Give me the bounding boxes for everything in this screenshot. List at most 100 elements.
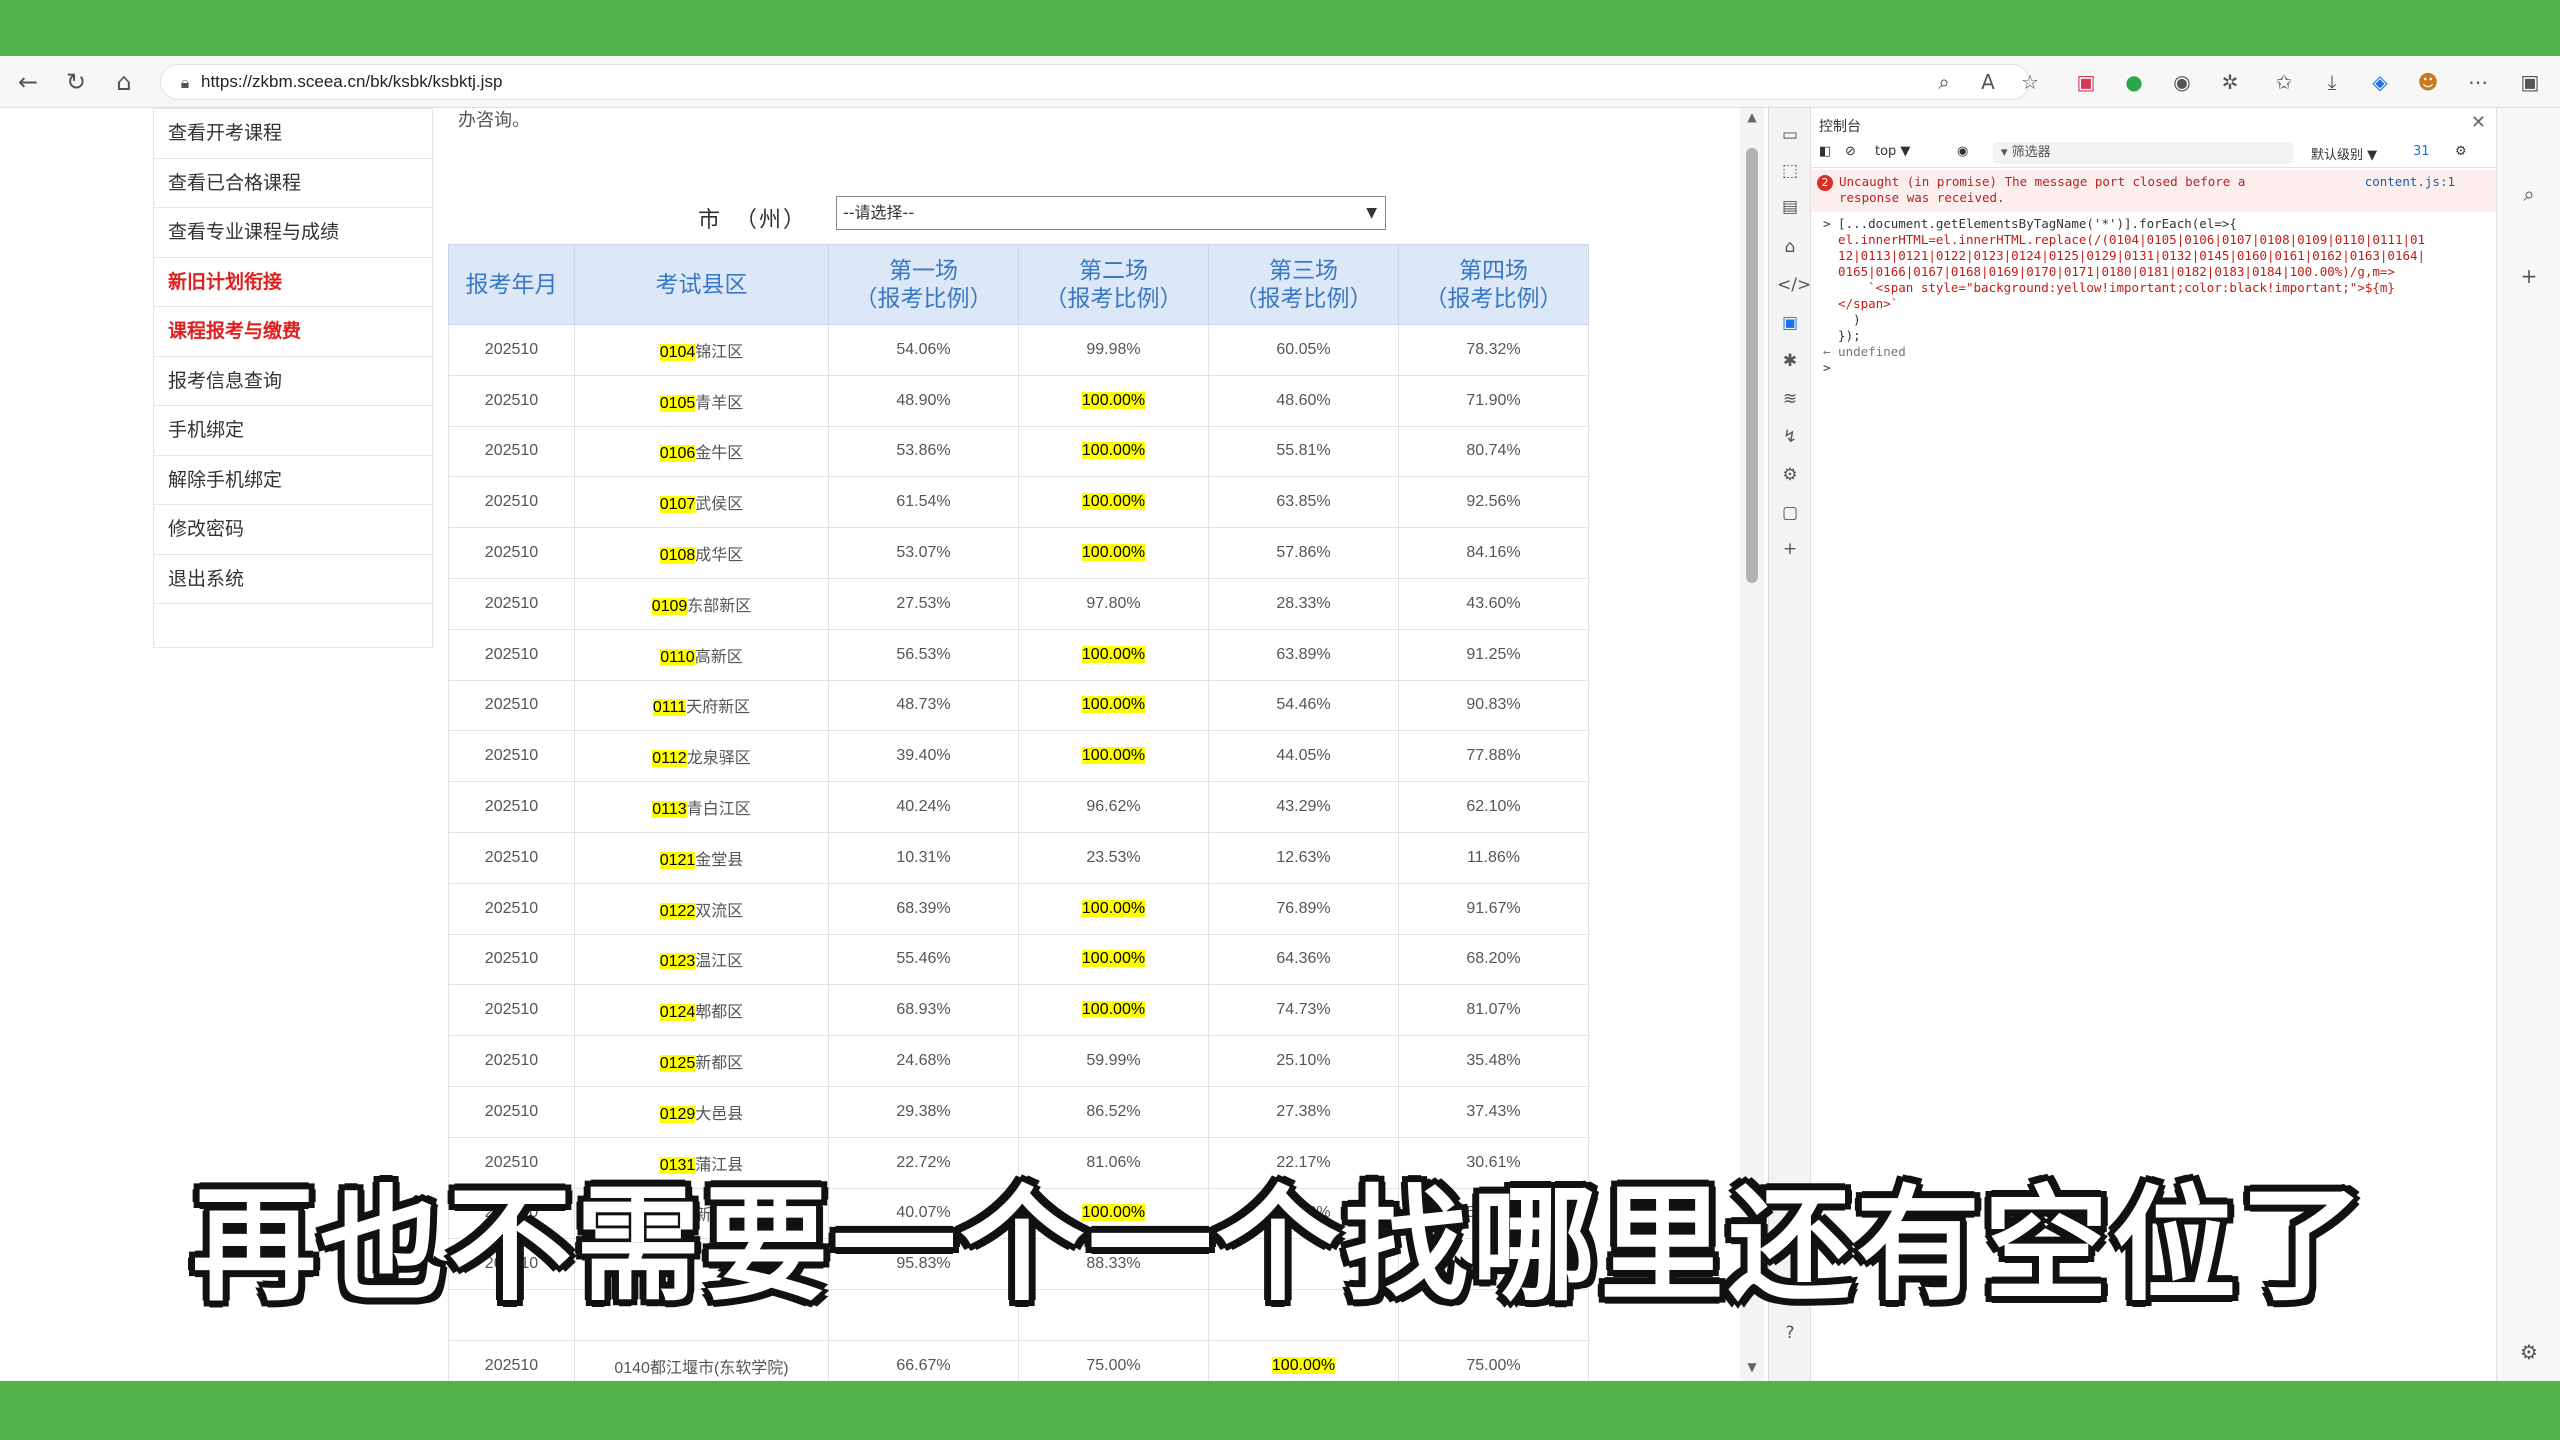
add-icon[interactable]: + <box>2515 262 2543 290</box>
table-cell: 100.00% <box>1018 730 1209 783</box>
lock-icon[interactable]: 🔒︎ <box>173 71 197 95</box>
sidebar-toggle-small-icon[interactable]: ◧ <box>1819 144 1831 159</box>
back-arrow-icon[interactable]: ← <box>12 66 44 98</box>
filter-icon: ▾ <box>2001 145 2012 160</box>
more-menu-icon[interactable]: ⋯ <box>2464 68 2492 96</box>
welcome-home-icon[interactable]: ⌂ <box>1777 234 1803 260</box>
clear-console-icon[interactable]: ⊘ <box>1845 144 1856 159</box>
favorite-star-icon[interactable]: ☆ <box>2016 68 2044 96</box>
table-cell: 100.00% <box>1018 374 1209 427</box>
sidebar-item[interactable]: 解除手机绑定 <box>154 456 432 505</box>
scroll-down-icon[interactable]: ▼ <box>1744 1360 1760 1376</box>
cell-text: 75.00% <box>1466 1356 1521 1374</box>
table-cell: 202510 <box>448 1085 575 1138</box>
extensions-puzzle-icon[interactable]: ✲ <box>2216 68 2244 96</box>
table-row: 202510 0109东部新区 27.53% 97.80% 28.33% 43.60% <box>448 577 1589 630</box>
city-select[interactable]: --请选择-- ▼ <box>836 196 1386 230</box>
log-level-select[interactable]: 默认级别 ▼ <box>2311 144 2377 163</box>
table-cell: 0111天府新区 <box>574 679 829 732</box>
sidebar-item[interactable]: 查看开考课程 <box>154 109 432 159</box>
table-cell: 55.81% <box>1208 425 1399 478</box>
console-code-line: `<span style="background:yellow!importan… <box>1823 280 2395 295</box>
home-icon[interactable]: ⌂ <box>108 66 140 98</box>
profile-avatar-icon[interactable]: ☻ <box>2414 68 2442 96</box>
eye-icon[interactable]: ◉ <box>1957 144 1968 159</box>
column-header: 第三场 （报考比例） <box>1208 244 1399 325</box>
zoom-icon[interactable]: ⌕ <box>1930 68 1958 96</box>
sidebar-item[interactable]: 退出系统 <box>154 555 432 604</box>
sidebar-item[interactable]: 查看专业课程与成绩 <box>154 208 432 258</box>
drawer-icon[interactable]: ▤ <box>1777 194 1803 220</box>
table-cell: 81.07% <box>1398 984 1589 1037</box>
column-header-text: 考试县区 <box>655 271 748 298</box>
help-icon[interactable]: ? <box>1777 1320 1803 1346</box>
table-cell: 202510 <box>448 628 575 681</box>
cell-text: 100.00% <box>1081 645 1146 663</box>
extension-person-icon[interactable]: ◉ <box>2168 68 2196 96</box>
sources-bug-icon[interactable]: ✱ <box>1777 348 1803 374</box>
context-select[interactable]: top ▼ <box>1875 144 1910 159</box>
cell-text: 202510 <box>484 442 539 460</box>
table-cell: 91.67% <box>1398 882 1589 935</box>
cell-text: 53.86% <box>896 442 951 460</box>
sidebar-item[interactable]: 手机绑定 <box>154 406 432 456</box>
table-row: 202510 0125新都区 24.68% 59.99% 25.10% 35.48% <box>448 1035 1589 1087</box>
table-cell: 0112龙泉驿区 <box>574 730 829 783</box>
table-cell: 60.05% <box>1208 324 1399 376</box>
chevron-down-icon[interactable]: ▼ <box>1366 197 1377 229</box>
extension-red-icon[interactable]: ▣ <box>2072 68 2100 96</box>
network-wifi-icon[interactable]: ≋ <box>1777 386 1803 412</box>
issues-count[interactable]: 31 <box>2413 144 2430 159</box>
cell-text: 大邑县 <box>695 1105 744 1123</box>
performance-icon[interactable]: ↯ <box>1777 424 1803 450</box>
sidebar-item[interactable]: 查看已合格课程 <box>154 159 432 208</box>
cell-text: 双流区 <box>695 902 744 920</box>
application-icon[interactable]: ▢ <box>1777 500 1803 526</box>
cell-text: 63.85% <box>1276 493 1331 511</box>
console-icon[interactable]: ▣ <box>1777 310 1803 336</box>
column-header-text: 第一场 <box>889 257 958 284</box>
inspect-icon[interactable]: ⬚ <box>1777 158 1803 184</box>
cell-text: 53.07% <box>896 544 951 562</box>
add-tool-icon[interactable]: + <box>1777 536 1803 562</box>
scrollbar-thumb[interactable] <box>1746 148 1758 583</box>
cell-text: 92.56% <box>1466 493 1521 511</box>
console-toolbar: ◧ ⊘ top ▼ ◉ ▾ 筛选器 默认级别 ▼ 31 ⚙ <box>1811 138 2497 168</box>
sidebar-item[interactable]: 报考信息查询 <box>154 357 432 406</box>
column-header: 第一场 （报考比例） <box>828 244 1019 325</box>
favorites-icon[interactable]: ✩ <box>2270 68 2298 96</box>
copilot-icon[interactable]: ◈ <box>2366 68 2394 96</box>
cell-text: 60.05% <box>1276 340 1331 358</box>
table-cell: 202510 <box>448 374 575 427</box>
console-title: 控制台 <box>1819 119 1861 135</box>
address-bar[interactable]: 🔒︎ https://zkbm.sceea.cn/bk/ksbk/ksbktj.… <box>160 64 2030 100</box>
url-text[interactable]: https://zkbm.sceea.cn/bk/ksbk/ksbktj.jsp <box>201 65 502 99</box>
search-icon[interactable]: ⌕ <box>2515 180 2543 208</box>
table-cell: 71.90% <box>1398 374 1589 427</box>
scroll-up-icon[interactable]: ▲ <box>1744 110 1760 126</box>
sidebar-item[interactable]: 新旧计划衔接 <box>154 258 432 307</box>
console-settings-icon[interactable]: ⚙ <box>2455 144 2467 159</box>
error-source-link[interactable]: content.js:1 <box>2365 174 2455 190</box>
close-icon[interactable]: ✕ <box>2471 112 2486 133</box>
read-aloud-icon[interactable]: A <box>1974 68 2002 96</box>
table-cell: 100.00% <box>1018 882 1209 935</box>
filter-input[interactable]: ▾ 筛选器 <box>1993 142 2293 164</box>
cell-text: 59.99% <box>1086 1052 1141 1070</box>
device-emulation-icon[interactable]: ▭ <box>1777 122 1803 148</box>
cell-text: 202510 <box>484 1102 539 1120</box>
download-icon[interactable]: ⤓ <box>2318 68 2346 96</box>
settings-gear-small-icon[interactable]: ⚙ <box>1777 462 1803 488</box>
table-cell: 202510 <box>448 882 575 935</box>
table-cell: 202510 <box>448 324 575 376</box>
sidebar-toggle-icon[interactable]: ▣ <box>2516 68 2544 96</box>
extension-green-icon[interactable]: ● <box>2120 68 2148 96</box>
table-cell: 54.46% <box>1208 679 1399 732</box>
reload-icon[interactable]: ↻ <box>60 66 92 98</box>
table-cell: 100.00% <box>1018 984 1209 1037</box>
gear-icon[interactable]: ⚙ <box>2515 1338 2543 1366</box>
console-code-line: > [...document.getElementsByTagName('*')… <box>1823 216 2237 231</box>
sidebar-item[interactable]: 修改密码 <box>154 505 432 555</box>
elements-code-icon[interactable]: </> <box>1777 272 1811 298</box>
sidebar-item[interactable]: 课程报考与缴费 <box>154 307 432 357</box>
